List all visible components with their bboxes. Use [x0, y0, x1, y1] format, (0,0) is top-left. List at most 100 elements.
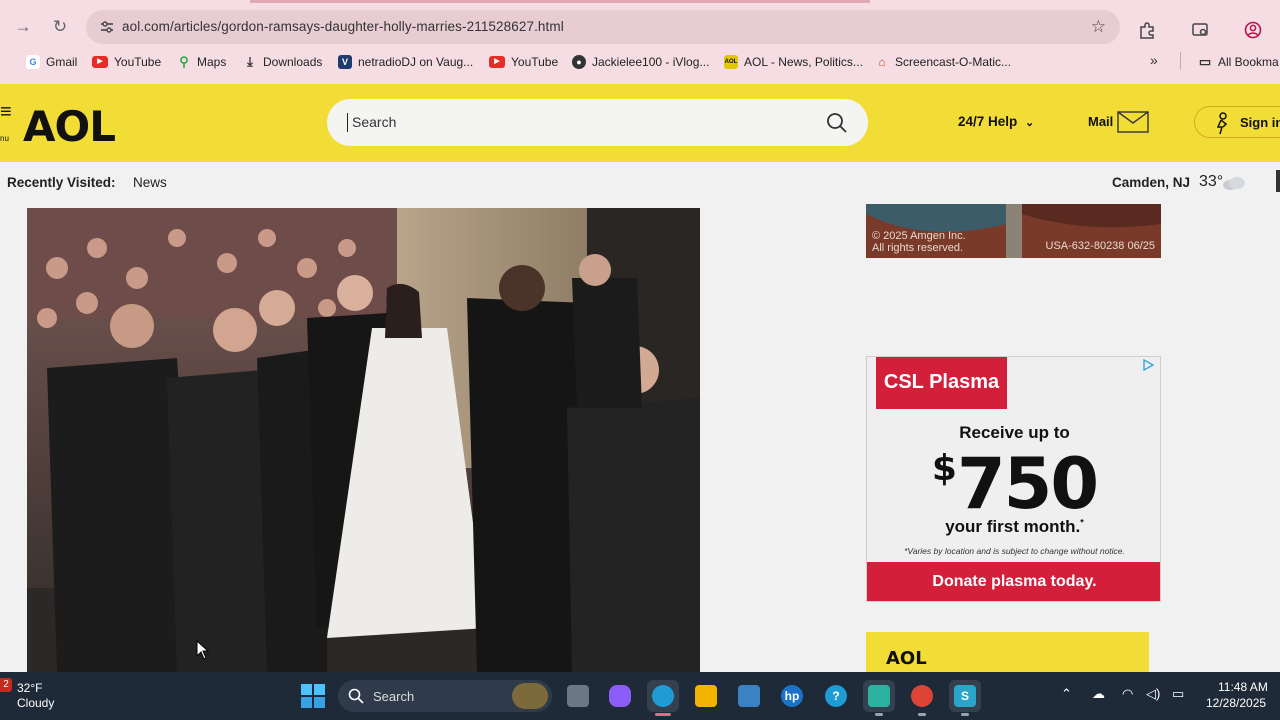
aol-logo[interactable]: AOL	[23, 102, 116, 151]
mail-link[interactable]: Mail	[1088, 114, 1113, 129]
ad-amount: $750	[867, 443, 1160, 525]
microsoft-store-icon[interactable]	[733, 680, 765, 712]
active-tab-edge	[250, 0, 870, 3]
windows-start-icon[interactable]	[300, 683, 326, 709]
amgen-ad[interactable]: © 2025 Amgen Inc. All rights reserved. U…	[866, 204, 1161, 258]
bookmark-aol[interactable]: AOL AOL - News, Politics...	[724, 52, 863, 72]
clock-time[interactable]: 11:48 AM	[1218, 680, 1268, 694]
bookmark-youtube[interactable]: ▶ YouTube	[92, 52, 161, 72]
aol-promo-logo: AOL	[886, 648, 927, 669]
bookmark-label: AOL - News, Politics...	[744, 55, 863, 69]
search-input[interactable]: Search	[327, 99, 868, 146]
sign-in-button[interactable]: Sign in	[1194, 106, 1280, 138]
tab-strip	[0, 0, 1280, 4]
bookmark-screencast[interactable]: ⌂ Screencast-O-Matic...	[875, 52, 1011, 72]
bookmark-downloads[interactable]: ⤓ Downloads	[243, 52, 322, 72]
address-row: → ↻ aol.com/articles/gordon-ramsays-daug…	[0, 8, 1280, 46]
wifi-icon[interactable]: ◠	[1122, 686, 1133, 702]
ad-copyright-line2: All rights reserved.	[872, 242, 964, 254]
bookmark-youtube-2[interactable]: ▶ YouTube	[489, 52, 558, 72]
battery-icon[interactable]: ▭	[1172, 686, 1184, 702]
reload-icon[interactable]: ↻	[47, 14, 73, 40]
ad-amount-value: 750	[956, 443, 1099, 525]
ad-copyright-line1: © 2025 Amgen Inc.	[872, 230, 966, 242]
search-icon	[348, 688, 364, 704]
google-icon: G	[26, 55, 40, 69]
bookmark-maps[interactable]: ⚲ Maps	[177, 52, 226, 72]
youtube-icon: ▶	[92, 56, 108, 68]
task-view-icon[interactable]	[562, 680, 594, 712]
address-bar[interactable]: aol.com/articles/gordon-ramsays-daughter…	[86, 10, 1120, 44]
file-explorer-icon[interactable]	[690, 680, 722, 712]
clock-date[interactable]: 12/28/2025	[1206, 696, 1266, 710]
copilot-icon[interactable]	[604, 680, 636, 712]
running-indicator	[875, 713, 883, 716]
article-photo	[27, 208, 700, 672]
search-icon[interactable]	[826, 112, 848, 134]
site-info-icon[interactable]	[98, 18, 116, 36]
adchoices-icon[interactable]	[1142, 359, 1154, 371]
running-indicator	[961, 713, 969, 716]
volume-icon[interactable]: ◁)	[1146, 686, 1160, 702]
text-cursor	[347, 113, 348, 132]
help-label: 24/7 Help	[958, 114, 1018, 129]
bookmark-label: All Bookma	[1218, 55, 1279, 69]
ad-disclaimer: *Varies by location and is subject to ch…	[904, 546, 1125, 556]
csl-plasma-logo: CSL Plasma	[876, 357, 1007, 409]
screencast-app-icon[interactable]: S	[949, 680, 981, 716]
weather-location[interactable]: Camden, NJ	[1112, 175, 1190, 190]
user-icon	[1216, 112, 1228, 135]
tray-expand-icon[interactable]: ⌃	[1061, 686, 1072, 702]
mail-icon[interactable]	[1117, 111, 1149, 133]
profile-icon[interactable]	[1239, 16, 1267, 44]
notification-badge: 2	[0, 678, 12, 692]
screencast-icon: ⌂	[878, 55, 886, 69]
ad-headline: Receive up to	[959, 423, 1070, 442]
bookmark-label: Maps	[197, 55, 227, 69]
weather-temperature[interactable]: 33°	[1199, 173, 1223, 191]
extensions-icon[interactable]	[1133, 16, 1161, 44]
help-app-icon[interactable]: ?	[820, 680, 852, 712]
url-text[interactable]: aol.com/articles/gordon-ramsays-daughter…	[122, 19, 564, 34]
menu-label[interactable]: nu	[0, 134, 9, 143]
running-indicator	[918, 713, 926, 716]
more-bookmarks-chevron-icon[interactable]: »	[1150, 52, 1158, 68]
aol-icon: AOL	[724, 55, 738, 69]
search-placeholder: Search	[352, 114, 397, 130]
bookmark-netradio[interactable]: V netradioDJ on Vaug...	[338, 52, 473, 72]
donate-plasma-button[interactable]: Donate plasma today.	[867, 562, 1160, 601]
bookmarks-divider	[1180, 52, 1181, 70]
bookmark-label: Downloads	[263, 55, 323, 69]
aol-header: ≡ nu AOL Search 24/7 Help ⌄ Mail Sign in	[0, 84, 1280, 162]
bookmark-label: Screencast-O-Matic...	[895, 55, 1012, 69]
bookmark-gmail[interactable]: G Gmail	[26, 52, 77, 72]
edge-icon[interactable]	[647, 680, 679, 716]
aol-promo-ad[interactable]: AOL	[866, 632, 1149, 672]
recent-item-news[interactable]: News	[133, 175, 167, 190]
pinned-app-icon[interactable]	[863, 680, 895, 716]
bookmark-ivlog[interactable]: ● Jackielee100 - iVlog...	[572, 52, 709, 72]
recently-visited-bar: Recently Visited: News Camden, NJ 33°	[0, 162, 1280, 202]
recently-visited-label: Recently Visited:	[7, 175, 116, 190]
ad-currency: $	[931, 448, 957, 489]
browser-chrome: → ↻ aol.com/articles/gordon-ramsays-daug…	[0, 0, 1280, 84]
taskbar-condition[interactable]: Cloudy	[17, 696, 54, 710]
help-dropdown[interactable]: 24/7 Help ⌄	[958, 114, 1034, 129]
ivlog-icon: ●	[572, 55, 586, 69]
bookmark-label: Jackielee100 - iVlog...	[592, 55, 710, 69]
hp-icon[interactable]: hp	[776, 680, 808, 712]
taskbar-search-label: Search	[373, 689, 415, 704]
bookmark-star-icon[interactable]: ☆	[1091, 17, 1106, 37]
taskbar-temperature[interactable]: 32°F	[17, 681, 42, 695]
chrome-icon[interactable]	[906, 680, 938, 716]
ad-code: USA-632-80238 06/25	[1045, 240, 1155, 252]
csl-plasma-ad[interactable]: CSL Plasma Receive up to $750 your first…	[866, 356, 1161, 602]
all-bookmarks-folder[interactable]: ▭ All Bookma	[1198, 52, 1279, 72]
scrollbar-thumb[interactable]	[1276, 170, 1280, 192]
forward-icon[interactable]: →	[10, 14, 36, 40]
running-indicator	[655, 713, 671, 716]
taskbar-search[interactable]: Search	[338, 680, 552, 712]
cast-icon[interactable]	[1186, 16, 1214, 44]
onedrive-icon[interactable]: ☁	[1092, 686, 1105, 702]
menu-icon[interactable]: ≡	[0, 102, 12, 122]
